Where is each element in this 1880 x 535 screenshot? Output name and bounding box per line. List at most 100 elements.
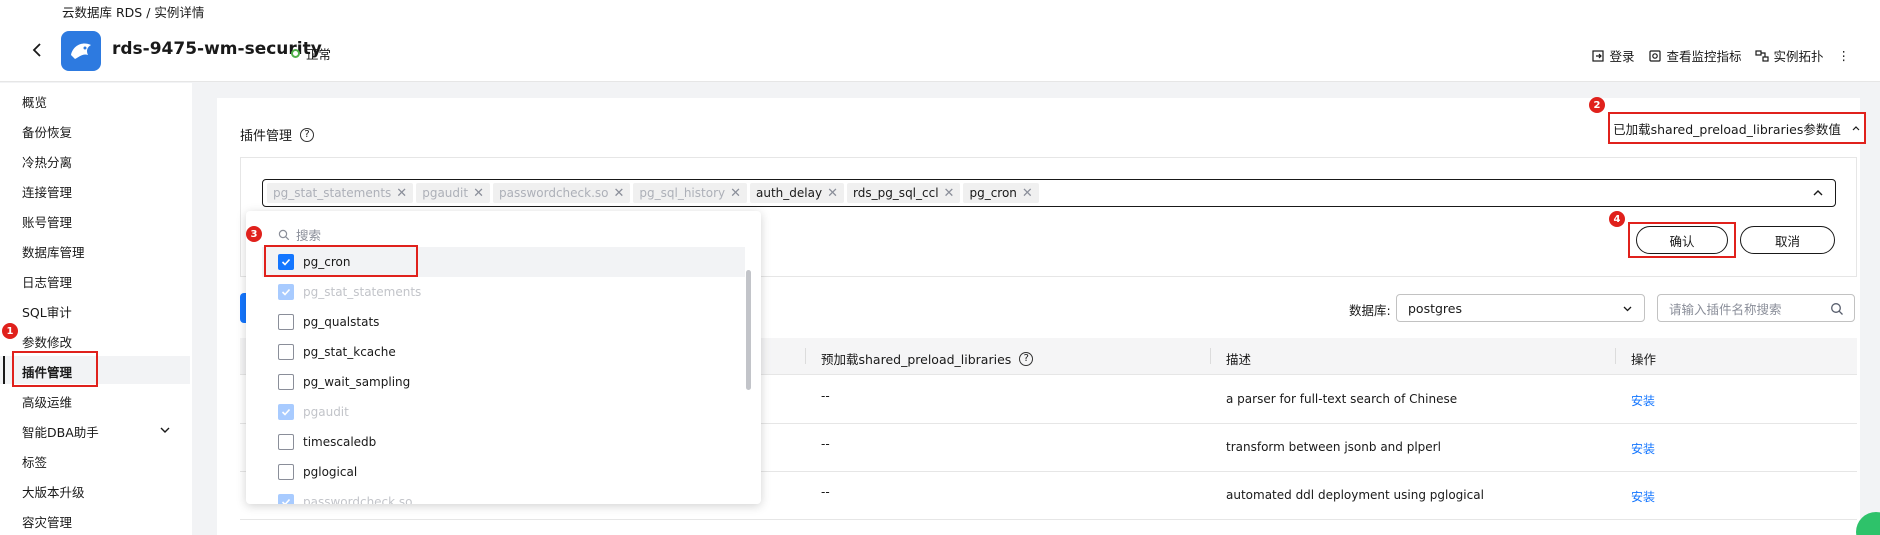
more-icon: ⋮ xyxy=(1837,48,1851,63)
cancel-button[interactable]: 取消 xyxy=(1740,226,1835,254)
status-dot-icon xyxy=(291,49,300,58)
column-divider xyxy=(805,348,806,364)
loaded-libraries-label: 已加载shared_preload_libraries参数值 xyxy=(1613,121,1841,137)
monitor-button[interactable]: 查看监控指标 xyxy=(1648,46,1741,65)
sidebar-item-overview[interactable]: 概览 xyxy=(22,92,47,111)
login-button[interactable]: 登录 xyxy=(1591,46,1634,65)
header-actions: 登录 查看监控指标 实例拓扑 ⋮ xyxy=(1591,46,1850,65)
sidebar-item-connection[interactable]: 连接管理 xyxy=(22,182,72,201)
close-icon: ✕ xyxy=(613,185,625,201)
install-link[interactable]: 安装 xyxy=(1631,440,1655,457)
search-icon xyxy=(278,229,290,240)
preload-tag-input[interactable]: pg_stat_statements ✕ pgaudit ✕ passwordche… xyxy=(262,179,1836,207)
dropdown-option[interactable]: pg_stat_kcache xyxy=(278,344,396,360)
checkbox-checked-icon xyxy=(278,284,294,300)
close-icon[interactable]: ✕ xyxy=(1022,186,1033,201)
tag-label: passwordcheck.so xyxy=(498,186,609,200)
sidebar: 概览 备份恢复 冷热分离 连接管理 账号管理 数据库管理 日志管理 SQL审计 … xyxy=(0,83,192,535)
option-label: pg_stat_kcache xyxy=(303,345,396,359)
annotation-badge-2: 2 xyxy=(1589,97,1605,113)
option-label: pg_wait_sampling xyxy=(303,375,411,389)
annotation-badge-1: 1 xyxy=(2,323,18,339)
dropdown-option: pgaudit xyxy=(278,404,349,420)
annotation-badge-3: 3 xyxy=(246,226,262,242)
dropdown-option[interactable]: timescaledb xyxy=(278,434,376,450)
search-icon[interactable] xyxy=(1830,302,1844,316)
confirm-button[interactable]: 确认 xyxy=(1636,226,1728,254)
tag: pgaudit ✕ xyxy=(416,183,490,203)
close-icon: ✕ xyxy=(473,185,484,201)
tag-label: rds_pg_sql_ccl xyxy=(852,186,939,200)
more-button[interactable]: ⋮ xyxy=(1838,46,1851,65)
sidebar-item-account[interactable]: 账号管理 xyxy=(22,212,72,231)
row-description: a parser for full-text search of Chinese xyxy=(1226,392,1458,406)
dropdown-option: pg_stat_statements xyxy=(278,284,421,300)
tag-label: pg_stat_statements xyxy=(273,186,392,200)
sidebar-item-disaster-recovery[interactable]: 容灾管理 xyxy=(22,512,72,531)
sidebar-item-tags[interactable]: 标签 xyxy=(22,452,47,471)
loaded-libraries-button[interactable]: 已加载shared_preload_libraries参数值 xyxy=(1608,112,1866,144)
chevron-up-icon xyxy=(1852,126,1860,131)
rds-logo xyxy=(61,31,101,71)
checkbox-icon[interactable] xyxy=(278,344,294,360)
close-icon[interactable]: ✕ xyxy=(827,186,838,201)
dropdown-search-placeholder: 搜索 xyxy=(296,228,322,243)
sidebar-item-dba-assistant[interactable]: 智能DBA助手 xyxy=(22,422,99,441)
help-icon[interactable]: ? xyxy=(1019,351,1034,366)
sidebar-item-logs[interactable]: 日志管理 xyxy=(22,272,72,291)
checkbox-icon[interactable] xyxy=(278,464,294,480)
tag: auth_delay ✕ xyxy=(750,183,844,203)
column-header-preload-text: 预加载shared_preload_libraries xyxy=(821,352,1012,367)
dropdown-scrollbar[interactable] xyxy=(746,270,751,390)
sidebar-item-advanced-ops[interactable]: 高级运维 xyxy=(22,392,72,411)
sidebar-item-parameters[interactable]: 参数修改 xyxy=(22,332,72,351)
annotation-box-plugins xyxy=(12,351,98,387)
column-header-preload: 预加载shared_preload_libraries ? xyxy=(821,349,1034,368)
row-description: transform between jsonb and plperl xyxy=(1226,440,1441,454)
install-link[interactable]: 安装 xyxy=(1631,392,1655,409)
section-title-text: 插件管理 xyxy=(240,129,293,144)
annotation-box-pg-cron xyxy=(264,245,418,277)
dropdown-option: passwordcheck.so xyxy=(278,494,413,504)
checkbox-checked-icon xyxy=(278,494,294,504)
dropdown-search-input[interactable]: 搜索 xyxy=(278,225,321,244)
login-icon xyxy=(1592,49,1605,62)
monitor-label: 查看监控指标 xyxy=(1666,49,1742,64)
sidebar-item-hot-cold[interactable]: 冷热分离 xyxy=(22,152,72,171)
dropdown-option[interactable]: pglogical xyxy=(278,464,357,480)
dropdown-option[interactable]: pg_wait_sampling xyxy=(278,374,410,390)
option-label: pgaudit xyxy=(303,405,349,419)
back-arrow-icon[interactable] xyxy=(28,40,48,60)
checkbox-icon[interactable] xyxy=(278,374,294,390)
sidebar-item-sql-audit[interactable]: SQL审计 xyxy=(22,302,72,321)
dropdown-option[interactable]: pg_qualstats xyxy=(278,314,379,330)
topology-label: 实例拓扑 xyxy=(1773,49,1824,64)
tag: pg_stat_statements ✕ xyxy=(267,183,414,203)
row-preload: -- xyxy=(821,389,830,403)
database-select[interactable]: postgres xyxy=(1396,294,1645,322)
chevron-up-icon[interactable] xyxy=(1811,186,1825,200)
plugin-search-placeholder: 请输入插件名称搜索 xyxy=(1669,301,1782,317)
row-description: automated ddl deployment using pglogical xyxy=(1226,488,1484,502)
tag: rds_pg_sql_ccl ✕ xyxy=(846,183,961,203)
plugin-search-input[interactable]: 请输入插件名称搜索 xyxy=(1657,294,1855,322)
option-label: passwordcheck.so xyxy=(303,495,413,504)
sidebar-item-backup[interactable]: 备份恢复 xyxy=(22,122,72,141)
chevron-down-icon[interactable] xyxy=(158,423,172,437)
sidebar-item-upgrade[interactable]: 大版本升级 xyxy=(22,482,85,501)
status-badge: 正常 xyxy=(291,44,331,63)
tag-label: pg_cron xyxy=(969,186,1017,200)
column-divider xyxy=(1615,348,1616,364)
topology-button[interactable]: 实例拓扑 xyxy=(1755,46,1824,65)
tag: passwordcheck.so ✕ xyxy=(492,183,631,203)
tag-label: auth_delay xyxy=(756,186,823,200)
checkbox-icon[interactable] xyxy=(278,434,294,450)
confirm-highlight: 确认 xyxy=(1628,222,1736,258)
checkbox-icon[interactable] xyxy=(278,314,294,330)
close-icon[interactable]: ✕ xyxy=(944,186,955,201)
sidebar-active-indicator xyxy=(3,356,5,384)
login-label: 登录 xyxy=(1609,49,1635,64)
help-icon[interactable]: ? xyxy=(300,127,315,142)
install-link[interactable]: 安装 xyxy=(1631,488,1655,505)
sidebar-item-database[interactable]: 数据库管理 xyxy=(22,242,85,261)
